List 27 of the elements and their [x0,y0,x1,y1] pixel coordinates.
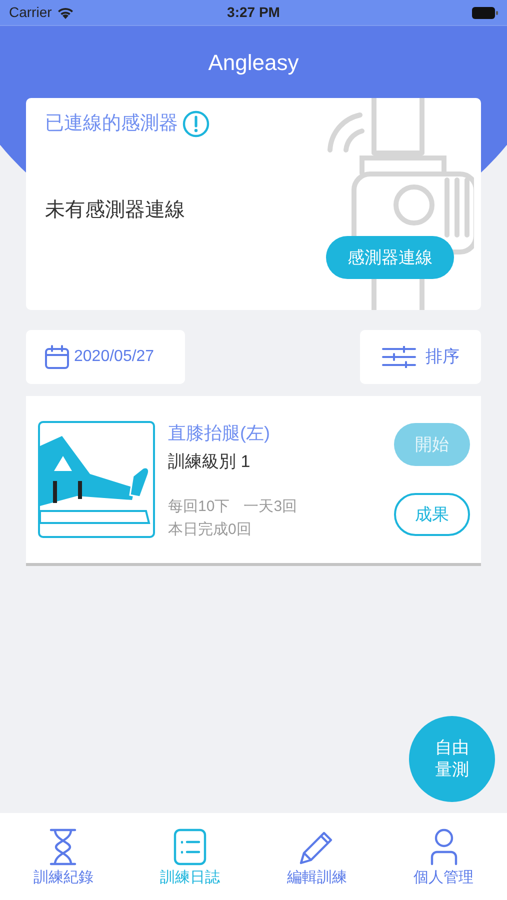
clock-text: 3:27 PM [227,3,280,22]
person-icon [428,828,459,866]
sets-per-day: 一天3回 [244,496,298,519]
carrier-text: Carrier [9,3,52,22]
hourglass-icon [48,828,78,866]
results-button[interactable]: 成果 [394,493,470,536]
sort-button[interactable]: 排序 [360,330,481,384]
sliders-icon [382,346,416,368]
calendar-icon [44,344,70,370]
free-measure-button[interactable]: 自由 量測 [409,716,495,802]
training-level: 訓練級別 1 [168,450,252,473]
connect-sensor-button[interactable]: 感測器連線 [326,236,454,279]
no-sensor-message: 未有感測器連線 [45,198,185,220]
date-picker-button[interactable]: 2020/05/27 [26,330,185,384]
tab-item[interactable]: 編輯訓練 [254,813,380,900]
exercise-name: 直膝抬腿(左) [168,422,271,445]
list-icon [173,828,208,866]
tab-item[interactable]: 個人管理 [380,813,507,900]
reps-per-set: 每回10下 [168,497,230,518]
tab-item[interactable]: 訓練紀錄 [0,813,127,900]
info-icon[interactable] [182,110,210,138]
battery-icon [472,6,498,18]
wifi-icon [56,6,74,18]
app-title: Angleasy [208,48,299,77]
tab-item[interactable]: 訓練日誌 [126,813,254,900]
completed-today: 本日完成0回 [168,520,252,540]
connected-sensors-title: 已連線的感測器 [45,112,178,136]
